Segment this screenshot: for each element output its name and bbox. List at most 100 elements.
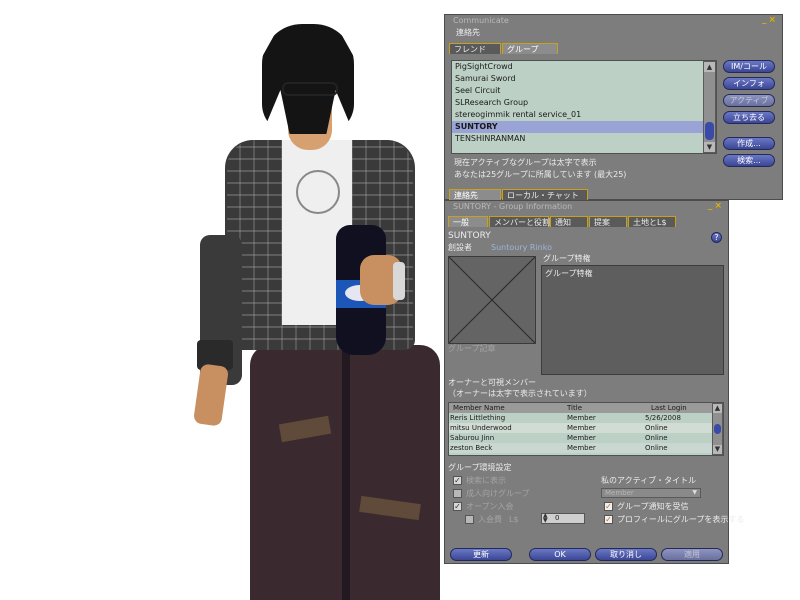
enrollment-fee-value: 0 [555, 514, 560, 522]
member-table[interactable]: Member Name Title Last Login Reris Littl… [448, 402, 724, 456]
charter-textarea[interactable]: グループ特権 [541, 265, 724, 375]
tab-general[interactable]: 一般 [448, 216, 488, 227]
show-in-search-label: 検索に表示 [466, 476, 506, 485]
founder-label: 創設者 [448, 243, 472, 252]
ok-button[interactable]: OK [529, 548, 591, 561]
list-in-profile-label: プロフィールにグループを表示する [617, 515, 745, 524]
member-title: Member [567, 444, 596, 452]
mature-label: 成人向けグループ [466, 489, 530, 498]
viewer-scene: Communicate _× 連絡先 フレンド グループ PigSightCro… [0, 0, 800, 600]
group-info-titlebar[interactable]: SUNTORY - Group Information [445, 201, 728, 213]
tab-members-roles[interactable]: メンバーと役割 [489, 216, 550, 227]
member-last-login: Online [645, 444, 668, 452]
communicate-window-controls: _× [762, 15, 778, 26]
member-name: Saburou Jinn [450, 434, 495, 442]
tab-friends[interactable]: フレンド [449, 43, 501, 54]
leave-button[interactable]: 立ち去る [723, 111, 775, 124]
active-title-label: 私のアクティブ・タイトル [601, 476, 697, 485]
enrollment-fee-stepper[interactable]: ▲ ▼ 0 [541, 513, 585, 524]
stepper-arrows-icon[interactable]: ▲ ▼ [543, 513, 548, 524]
scroll-thumb[interactable] [714, 424, 721, 434]
group-list-item[interactable]: stereogimmik rental service_01 [452, 109, 716, 121]
preferences-heading: グループ環境設定 [448, 463, 512, 472]
tab-groups[interactable]: グループ [502, 43, 558, 54]
group-info-window-controls: _× [708, 201, 724, 212]
close-icon[interactable]: × [768, 15, 778, 25]
member-last-login: Online [645, 434, 668, 442]
members-heading: オーナーと可視メンバー [448, 378, 536, 387]
cancel-button[interactable]: 取り消し [595, 548, 657, 561]
mature-checkbox[interactable] [453, 489, 462, 498]
im-call-button[interactable]: IM/コール [723, 60, 775, 73]
tab-contacts[interactable]: 連絡先 [449, 189, 501, 200]
info-button[interactable]: インフォ [723, 77, 775, 90]
scroll-up-icon[interactable]: ▲ [713, 404, 722, 413]
receive-notices-checkbox[interactable]: ✓ [604, 502, 613, 511]
active-group-note: 現在アクティブなグループは太字で表示 [454, 158, 597, 167]
active-title-value: Member [605, 489, 634, 497]
group-info-window: SUNTORY - Group Information _× 一般 メンバーと役… [444, 200, 744, 564]
table-row[interactable]: zeston Beck Member Online [449, 443, 713, 453]
member-title: Member [567, 424, 596, 432]
members-heading-note: （オーナーは太字で表示されています） [448, 389, 592, 398]
communicate-titlebar[interactable]: Communicate [445, 15, 782, 27]
tab-notices[interactable]: 通知 [550, 216, 588, 227]
tab-proposals[interactable]: 提案 [589, 216, 627, 227]
column-last-login[interactable]: Last Login [651, 403, 687, 413]
group-count-note: あなたは25グループに所属しています (最大25) [454, 170, 627, 179]
founder-name[interactable]: Suntoury Rinko [491, 243, 552, 253]
charter-label: グループ特権 [543, 254, 591, 263]
group-info-title: SUNTORY - Group Information [453, 202, 573, 211]
activate-button[interactable]: アクティブ [723, 94, 775, 107]
table-row[interactable]: Reris Littlething Member 5/26/2008 [449, 413, 713, 423]
insignia-label: グループ記章 [448, 344, 496, 353]
column-title[interactable]: Title [567, 403, 582, 413]
refresh-button[interactable]: 更新 [450, 548, 512, 561]
help-button[interactable]: ? [711, 232, 722, 243]
scroll-thumb[interactable] [705, 122, 714, 140]
show-in-search-checkbox[interactable]: ✓ [453, 476, 462, 485]
communicate-title: Communicate [453, 16, 509, 25]
open-enrollment-label: オープン入会 [466, 502, 514, 511]
member-title: Member [567, 434, 596, 442]
column-member-name[interactable]: Member Name [453, 403, 505, 413]
contacts-heading: 連絡先 [456, 28, 480, 37]
communicate-window: Communicate _× 連絡先 フレンド グループ PigSightCro… [444, 14, 783, 200]
table-row[interactable]: mitsu Underwood Member Online [449, 423, 713, 433]
scroll-down-icon[interactable]: ▼ [713, 445, 722, 454]
member-last-login: Online [645, 424, 668, 432]
receive-notices-label: グループ通知を受信 [617, 502, 689, 511]
tab-land-money[interactable]: 土地とL$ [628, 216, 676, 227]
group-list-item[interactable]: SLResearch Group [452, 97, 716, 109]
close-icon[interactable]: × [714, 201, 724, 211]
member-last-login: 5/26/2008 [645, 414, 681, 422]
group-list-item[interactable]: TENSHINRANMAN [452, 133, 716, 145]
search-group-button[interactable]: 検索... [723, 154, 775, 167]
group-list-item[interactable]: Samurai Sword [452, 73, 716, 85]
member-table-scrollbar[interactable]: ▲ ▼ [712, 403, 723, 455]
list-in-profile-checkbox[interactable]: ✓ [604, 515, 613, 524]
charter-text: グループ特権 [545, 269, 593, 278]
scroll-up-icon[interactable]: ▲ [704, 62, 715, 72]
empty-image-icon [449, 257, 535, 343]
active-title-dropdown[interactable]: Member ▼ [601, 488, 701, 498]
open-enrollment-checkbox[interactable]: ✓ [453, 502, 462, 511]
group-list-item[interactable]: PigSightCrowd [452, 61, 716, 73]
member-name: Reris Littlething [450, 414, 506, 422]
member-table-header: Member Name Title Last Login [449, 403, 713, 413]
group-list[interactable]: PigSightCrowd Samurai Sword Seel Circuit… [451, 60, 717, 154]
group-insignia[interactable] [448, 256, 536, 344]
scroll-down-icon[interactable]: ▼ [704, 142, 715, 152]
apply-button[interactable]: 適用 [661, 548, 723, 561]
group-list-scrollbar[interactable]: ▲ ▼ [703, 61, 716, 153]
group-list-item-selected[interactable]: SUNTORY [452, 121, 716, 133]
tab-local-chat[interactable]: ローカル・チャット [502, 189, 588, 200]
enrollment-fee-currency: L$ [509, 515, 519, 524]
create-group-button[interactable]: 作成... [723, 137, 775, 150]
group-list-item[interactable]: Seel Circuit [452, 85, 716, 97]
enrollment-fee-label: 入会費 [478, 515, 502, 524]
member-name: zeston Beck [450, 444, 493, 452]
member-title: Member [567, 414, 596, 422]
enrollment-fee-checkbox[interactable] [465, 515, 474, 524]
table-row[interactable]: Saburou Jinn Member Online [449, 433, 713, 443]
